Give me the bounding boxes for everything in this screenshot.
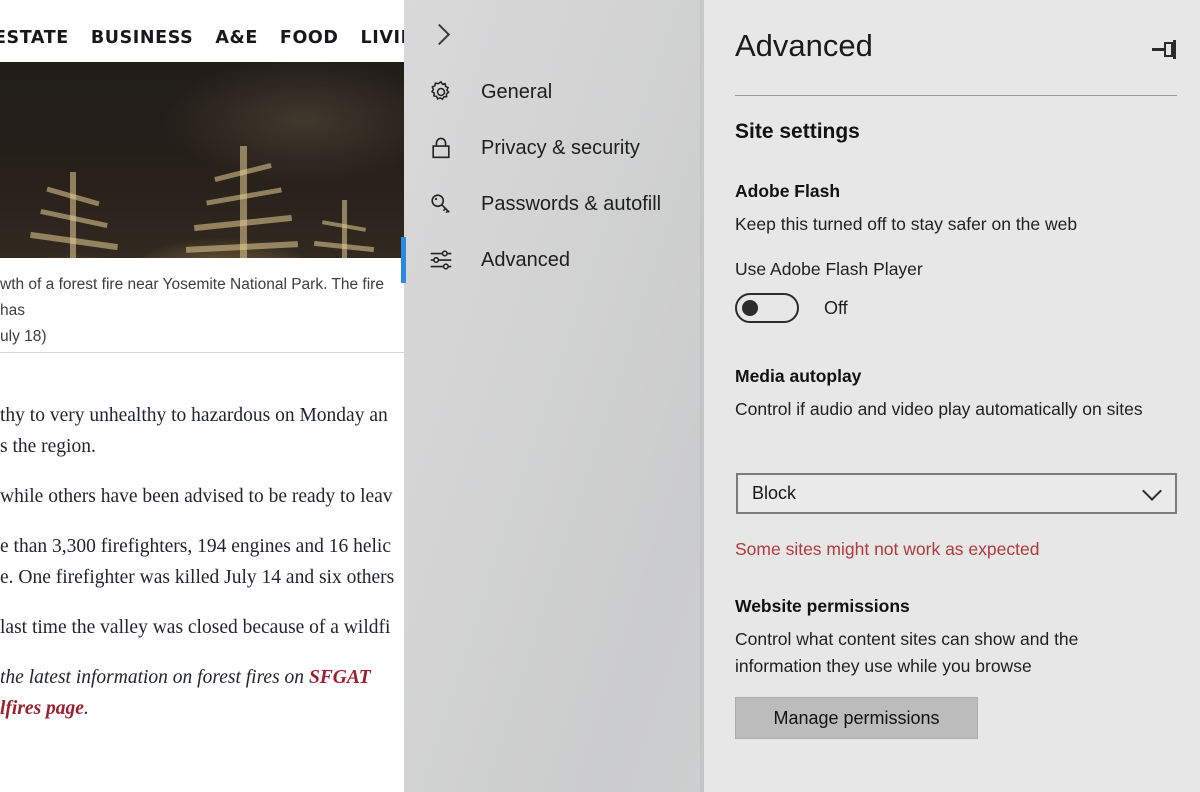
- dropdown-selected-value: Block: [752, 483, 797, 503]
- sidebar-item-label: Privacy & security: [481, 136, 640, 159]
- sliders-icon: [424, 243, 458, 277]
- sidebar-item-privacy-security[interactable]: Privacy & security: [404, 120, 704, 176]
- article-paragraph: last time the valley was closed because …: [0, 612, 404, 643]
- tree-silhouette: [180, 146, 310, 258]
- nav-link-estate[interactable]: ESTATE: [0, 28, 69, 48]
- screen-root: ESTATE BUSINESS A&E FOOD LIVING: [0, 0, 1200, 792]
- pin-panel-button[interactable]: [1144, 30, 1188, 70]
- article-line: s the region.: [0, 436, 96, 457]
- page-title: Advanced: [735, 28, 873, 63]
- sidebar-item-passwords-autofill[interactable]: Passwords & autofill: [404, 176, 704, 232]
- media-autoplay-dropdown[interactable]: Block: [736, 473, 1177, 514]
- article-paragraph: thy to very unhealthy to hazardous on Mo…: [0, 400, 404, 462]
- nav-link-food[interactable]: FOOD: [280, 28, 339, 48]
- sidebar-item-general[interactable]: General: [404, 64, 704, 120]
- photo-caption-line-2: uly 18): [0, 328, 47, 345]
- wildfires-link-cont[interactable]: lfires page: [0, 698, 84, 719]
- article-line: e. One firefighter was killed July 14 an…: [0, 567, 395, 588]
- setting-description-website-permissions: Control what content sites can show and …: [735, 629, 1079, 676]
- settings-flyout: General Privacy & security Passwords & a…: [401, 0, 1200, 792]
- setting-description-adobe-flash: Keep this turned off to stay safer on th…: [735, 214, 1078, 234]
- content-divider: [0, 352, 404, 353]
- closing-text: the latest information on forest fires o…: [0, 667, 309, 688]
- webpage-content: ESTATE BUSINESS A&E FOOD LIVING: [0, 0, 410, 792]
- media-autoplay-warning: Some sites might not work as expected: [735, 539, 1040, 559]
- toggle-knob: [742, 300, 758, 316]
- manage-permissions-button[interactable]: Manage permissions: [735, 697, 978, 739]
- section-heading-site-settings: Site settings: [735, 120, 860, 143]
- setting-heading-media-autoplay: Media autoplay: [735, 366, 862, 386]
- photo-caption: wth of a forest fire near Yosemite Natio…: [0, 272, 404, 350]
- article-closing-paragraph: the latest information on forest fires o…: [0, 662, 404, 724]
- setting-heading-adobe-flash: Adobe Flash: [735, 181, 841, 201]
- settings-nav-rail: General Privacy & security Passwords & a…: [401, 0, 706, 792]
- tree-silhouette: [20, 164, 140, 258]
- article-line: while others have been advised to be rea…: [0, 486, 393, 507]
- article-line: e than 3,300 firefighters, 194 engines a…: [0, 536, 391, 557]
- nav-link-ae[interactable]: A&E: [215, 28, 258, 48]
- closing-period: .: [83, 698, 89, 719]
- wildfires-link[interactable]: SFGAT: [309, 667, 371, 688]
- toggle-label-flash-player: Use Adobe Flash Player: [735, 259, 923, 279]
- nav-link-living[interactable]: LIVING: [361, 28, 410, 48]
- chevron-down-icon: [1142, 480, 1162, 501]
- article-paragraph: e than 3,300 firefighters, 194 engines a…: [0, 531, 404, 593]
- article-line: thy to very unhealthy to hazardous on Mo…: [0, 405, 388, 426]
- setting-description-media-autoplay: Control if audio and video play automati…: [735, 399, 1143, 419]
- sidebar-item-advanced[interactable]: Advanced: [401, 232, 704, 288]
- photo-caption-line-1: wth of a forest fire near Yosemite Natio…: [0, 276, 384, 319]
- nav-link-business[interactable]: BUSINESS: [91, 28, 194, 48]
- manage-permissions-label: Manage permissions: [773, 707, 940, 728]
- article-paragraph: while others have been advised to be rea…: [0, 481, 404, 512]
- webpage-top-gap: [0, 0, 410, 14]
- setting-heading-website-permissions: Website permissions: [735, 596, 910, 616]
- article-hero-photo: [0, 62, 404, 258]
- sidebar-item-label: Passwords & autofill: [481, 192, 662, 215]
- gear-icon: [424, 75, 458, 109]
- chevron-right-icon: [428, 23, 451, 45]
- key-icon: [424, 187, 458, 221]
- article-body: thy to very unhealthy to hazardous on Mo…: [0, 400, 404, 743]
- toggle-state-label: Off: [824, 297, 848, 318]
- flash-player-toggle-row: Off: [735, 293, 848, 323]
- tree-silhouette: [300, 194, 390, 258]
- article-line: last time the valley was closed because …: [0, 617, 391, 638]
- site-navigation: ESTATE BUSINESS A&E FOOD LIVING: [0, 14, 410, 62]
- pin-icon: [1152, 40, 1180, 60]
- flash-player-toggle[interactable]: [735, 293, 799, 323]
- collapse-menu-button[interactable]: [416, 10, 466, 58]
- lock-icon: [424, 131, 458, 165]
- sidebar-item-label: General: [481, 80, 553, 103]
- title-divider: [735, 95, 1177, 96]
- advanced-settings-panel: Advanced Site settings Adobe Flash Keep …: [704, 0, 1200, 792]
- sidebar-item-label: Advanced: [481, 248, 570, 271]
